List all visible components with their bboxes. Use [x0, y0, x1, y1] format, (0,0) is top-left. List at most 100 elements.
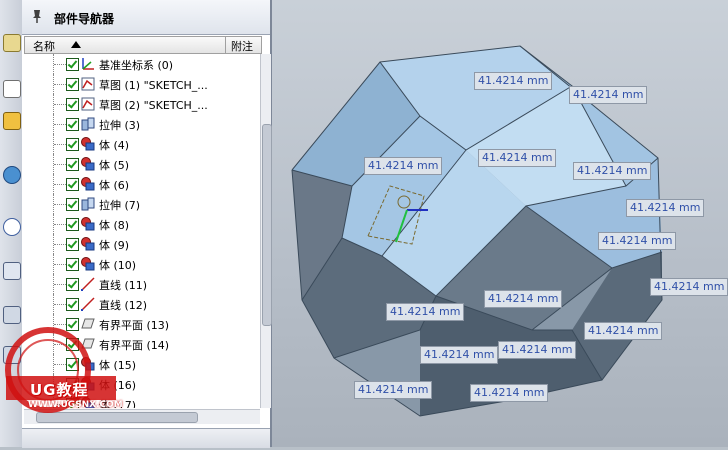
vertical-scroll-thumb[interactable] — [262, 124, 272, 326]
dimension-label[interactable]: 41.4214 mm — [474, 72, 553, 90]
dimension-label[interactable]: 41.4214 mm — [498, 341, 577, 359]
tree-connector — [54, 204, 66, 205]
tree-connector — [54, 104, 66, 105]
tree-connector — [54, 324, 66, 325]
navigator-bottom-bar — [22, 428, 270, 448]
visibility-checkbox[interactable] — [66, 78, 79, 91]
tree-connector — [54, 224, 66, 225]
dimension-label[interactable]: 41.4214 mm — [386, 303, 465, 321]
feature-tree: 基准坐标系 (0) 草图 (1) "SKETCH_... 草图 (2) "SKETC… — [24, 54, 260, 408]
tree-item[interactable]: 拉伸 (7) — [24, 194, 260, 214]
vertical-scrollbar[interactable] — [260, 54, 272, 408]
visibility-checkbox[interactable] — [66, 278, 79, 291]
watermark-text: UG教程 — [30, 381, 89, 399]
visibility-checkbox[interactable] — [66, 178, 79, 191]
tree-connector — [54, 344, 66, 345]
dimension-label[interactable]: 41.4214 mm — [470, 384, 549, 402]
visibility-checkbox[interactable] — [66, 338, 79, 351]
visibility-checkbox[interactable] — [66, 358, 79, 371]
tree-item[interactable]: 体 (15) — [24, 354, 260, 374]
column-note-header[interactable]: 附注 — [231, 38, 253, 54]
column-header: 名称 附注 — [24, 36, 262, 54]
toolbar-icon-3[interactable] — [3, 112, 21, 130]
tree-item-label: 直线 (11) — [99, 279, 148, 292]
horizontal-scrollbar[interactable] — [24, 409, 260, 424]
tree-item[interactable]: 草图 (2) "SKETCH_... — [24, 94, 260, 114]
tree-item[interactable]: 有界平面 (13) — [24, 314, 260, 334]
navigator-title: 部件导航器 — [54, 12, 115, 26]
tree-item[interactable]: 基准坐标系 (0) — [24, 54, 260, 74]
tree-connector — [54, 124, 66, 125]
tree-item[interactable]: 直线 (12) — [24, 294, 260, 314]
horizontal-scroll-thumb[interactable] — [36, 412, 198, 423]
visibility-checkbox[interactable] — [66, 198, 79, 211]
dimension-label[interactable]: 41.4214 mm — [484, 290, 563, 308]
visibility-checkbox[interactable] — [66, 138, 79, 151]
toolbar-icon-7[interactable] — [3, 306, 21, 324]
tree-item[interactable]: 体 (4) — [24, 134, 260, 154]
tree-item-label: 基准坐标系 (0) — [99, 59, 174, 72]
visibility-checkbox[interactable] — [66, 238, 79, 251]
sort-ascending-icon — [71, 41, 81, 48]
tree-item-label: 草图 (2) "SKETCH_... — [99, 99, 208, 112]
tree-item[interactable]: 有界平面 (14) — [24, 334, 260, 354]
toolbar-icon-1[interactable] — [3, 34, 21, 52]
dimension-label[interactable]: 41.4214 mm — [364, 157, 443, 175]
tree-item-label: 体 (5) — [99, 159, 130, 172]
tree-connector — [54, 284, 66, 285]
tree-item[interactable]: 体 (10) — [24, 254, 260, 274]
column-name-header[interactable]: 名称 — [33, 38, 55, 54]
tree-item[interactable]: 拉伸 (3) — [24, 114, 260, 134]
dimension-label[interactable]: 41.4214 mm — [626, 199, 705, 217]
model-view[interactable] — [272, 0, 728, 447]
tree-item-label: 体 (6) — [99, 179, 130, 192]
tree-connector — [54, 144, 66, 145]
tree-connector — [54, 264, 66, 265]
tree-item-label: 体 (10) — [99, 259, 137, 272]
dimension-label[interactable]: 41.4214 mm — [584, 322, 663, 340]
pin-icon[interactable] — [31, 9, 43, 23]
toolbar-icon-2[interactable] — [3, 80, 21, 98]
tree-item[interactable]: 直线 (11) — [24, 274, 260, 294]
tree-item[interactable]: 体 (6) — [24, 174, 260, 194]
tree-item[interactable]: 草图 (1) "SKETCH_... — [24, 74, 260, 94]
dimension-label[interactable]: 41.4214 mm — [478, 149, 557, 167]
dimension-label[interactable]: 41.4214 mm — [598, 232, 677, 250]
column-separator[interactable] — [225, 37, 226, 53]
visibility-checkbox[interactable] — [66, 218, 79, 231]
visibility-checkbox[interactable] — [66, 118, 79, 131]
visibility-checkbox[interactable] — [66, 318, 79, 331]
watermark-url: WWW.UGSNX.COM — [28, 400, 123, 410]
graphics-viewport[interactable]: 41.4214 mm 41.4214 mm 41.4214 mm 41.4214… — [272, 0, 728, 447]
tree-item-label: 拉伸 (3) — [99, 119, 141, 132]
visibility-checkbox[interactable] — [66, 98, 79, 111]
tree-item[interactable]: 体 (8) — [24, 214, 260, 234]
tree-connector — [54, 184, 66, 185]
tree-connector — [54, 164, 66, 165]
tree-item-label: 体 (8) — [99, 219, 130, 232]
dimension-label[interactable]: 41.4214 mm — [650, 278, 728, 296]
left-toolbar — [0, 0, 23, 447]
dimension-label[interactable]: 41.4214 mm — [420, 346, 499, 364]
visibility-checkbox[interactable] — [66, 298, 79, 311]
toolbar-icon-clock[interactable] — [3, 218, 21, 236]
visibility-checkbox[interactable] — [66, 258, 79, 271]
tree-item-label: 直线 (12) — [99, 299, 148, 312]
toolbar-icon-list[interactable] — [3, 262, 21, 280]
tree-item-label: 草图 (1) "SKETCH_... — [99, 79, 208, 92]
dimension-label[interactable]: 41.4214 mm — [569, 86, 648, 104]
dimension-label[interactable]: 41.4214 mm — [573, 162, 652, 180]
tree-item[interactable]: 体 (9) — [24, 234, 260, 254]
dimension-label[interactable]: 41.4214 mm — [354, 381, 433, 399]
navigator-title-bar: 部件导航器 — [22, 0, 270, 35]
visibility-checkbox[interactable] — [66, 158, 79, 171]
tree-connector — [54, 244, 66, 245]
tree-item-label: 有界平面 (13) — [99, 319, 170, 332]
tree-item-label: 拉伸 (7) — [99, 199, 141, 212]
visibility-checkbox[interactable] — [66, 58, 79, 71]
tree-item[interactable]: 体 (5) — [24, 154, 260, 174]
toolbar-icon-4[interactable] — [3, 166, 21, 184]
tree-item-label: 体 (16) — [99, 379, 137, 392]
tree-connector — [54, 84, 66, 85]
toolbar-icon-8[interactable] — [3, 346, 21, 364]
